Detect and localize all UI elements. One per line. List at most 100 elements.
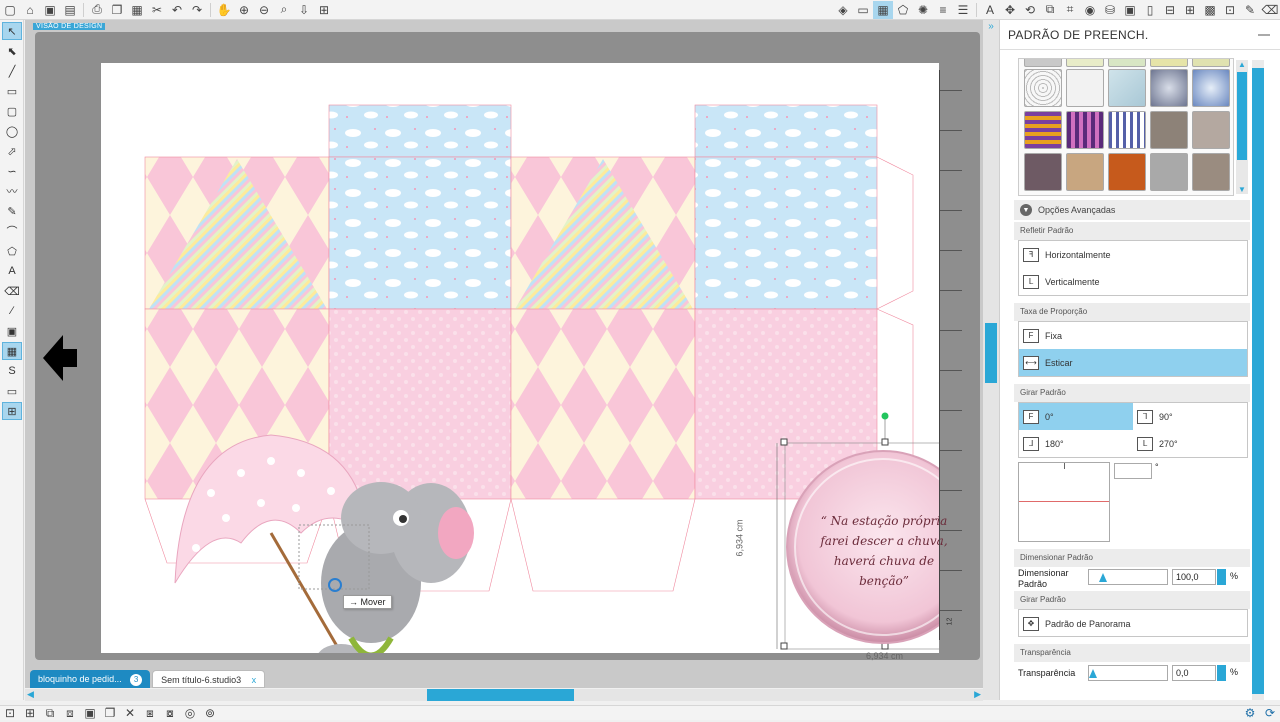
line-style-icon[interactable]: ≡ xyxy=(933,1,953,19)
send-backward-icon[interactable]: ⧈ xyxy=(60,704,80,722)
zoom-out-icon[interactable]: ⊖ xyxy=(254,1,274,19)
transform-icon[interactable]: ✥ xyxy=(1000,1,1020,19)
pan-icon[interactable]: ✋ xyxy=(214,1,234,19)
rectangle-icon[interactable]: ▭ xyxy=(2,82,22,100)
reflect-horizontal-button[interactable]: ꟻ Horizontalmente xyxy=(1019,241,1247,268)
rounded-rect-icon[interactable]: ▢ xyxy=(2,102,22,120)
offset-icon[interactable]: ⌗ xyxy=(1060,1,1080,19)
tab-bloquinho[interactable]: bloquinho de pedid... 3 xyxy=(30,670,151,688)
slider-thumb-icon[interactable] xyxy=(1099,573,1107,582)
scroll-down-icon[interactable]: ▼ xyxy=(1236,185,1248,194)
ellipse-icon[interactable]: ◯ xyxy=(2,122,22,140)
pattern-swatch[interactable] xyxy=(1024,59,1062,67)
horizontal-scrollbar[interactable]: ◀ ▶ xyxy=(25,689,983,701)
eraser-tool-icon[interactable]: ⌫ xyxy=(2,282,22,300)
scale-value-field[interactable]: 100,0 xyxy=(1172,569,1216,585)
pattern-swatch[interactable] xyxy=(1108,59,1146,67)
transparency-slider[interactable] xyxy=(1088,665,1168,681)
horizontal-scroll-thumb[interactable] xyxy=(427,689,574,701)
back-arrow-icon[interactable] xyxy=(43,335,79,381)
trace-icon[interactable]: ◉ xyxy=(1080,1,1100,19)
library-icon[interactable]: ⛁ xyxy=(1100,1,1120,19)
rotation-angle-field[interactable] xyxy=(1114,463,1152,479)
print-icon[interactable]: ⎙ xyxy=(87,1,107,19)
paste-icon[interactable]: ▦ xyxy=(127,1,147,19)
panel-collapse-strip[interactable]: » xyxy=(983,20,999,700)
gear-icon[interactable]: ⚙ xyxy=(1240,704,1260,722)
pattern-swatch[interactable] xyxy=(1066,111,1104,149)
advanced-options-toggle[interactable]: ▼ Opções Avançadas xyxy=(1014,200,1250,220)
pan-pattern-button[interactable]: ✥ Padrão de Panorama xyxy=(1019,610,1247,637)
swatch-scroll-thumb[interactable] xyxy=(1237,72,1247,160)
new-icon[interactable]: ▢ xyxy=(0,1,20,19)
rotate-180-button[interactable]: ᒧ 180° xyxy=(1019,430,1133,457)
store-icon[interactable]: ▣ xyxy=(1120,1,1140,19)
group-icon[interactable]: ⊡ xyxy=(0,704,20,722)
pattern-swatch[interactable] xyxy=(1108,111,1146,149)
fill-tool-icon[interactable]: ▣ xyxy=(2,322,22,340)
pattern-swatch-grid[interactable] xyxy=(1018,58,1234,196)
duplicate-icon[interactable]: ❐ xyxy=(100,704,120,722)
pattern-swatch[interactable] xyxy=(1150,111,1188,149)
scale-spinner[interactable] xyxy=(1217,569,1226,585)
pattern-swatch[interactable] xyxy=(1024,111,1062,149)
print-cut-icon[interactable]: ▩ xyxy=(1200,1,1220,19)
pattern-swatch[interactable] xyxy=(1108,153,1146,191)
curve-icon[interactable]: ∽ xyxy=(2,162,22,180)
save-icon[interactable]: ▣ xyxy=(40,1,60,19)
ungroup-icon[interactable]: ⊞ xyxy=(20,704,40,722)
pattern-fill-icon[interactable]: ▦ xyxy=(873,0,893,19)
open-icon[interactable]: ⌂ xyxy=(20,1,40,19)
fill-icon[interactable]: ◈ xyxy=(833,1,853,19)
rotate-0-button[interactable]: F 0° xyxy=(1019,403,1133,430)
fit-page-icon[interactable]: ⊞ xyxy=(314,1,334,19)
pattern-swatch[interactable] xyxy=(1066,69,1104,107)
knife-icon[interactable]: ✎ xyxy=(1240,1,1260,19)
undo-icon[interactable]: ↶ xyxy=(167,1,187,19)
transparency-value-field[interactable]: 0,0 xyxy=(1172,665,1216,681)
zoom-in-icon[interactable]: ⊕ xyxy=(234,1,254,19)
pattern-swatch[interactable] xyxy=(1192,111,1230,149)
scale-slider[interactable] xyxy=(1088,569,1168,585)
scroll-left-icon[interactable]: ◀ xyxy=(27,689,34,700)
view-single-icon[interactable]: ▭ xyxy=(2,382,22,400)
library-tool-icon[interactable]: ▦ xyxy=(2,342,22,360)
select-icon[interactable]: ↖ xyxy=(2,22,22,40)
arc-icon[interactable]: ⌒ xyxy=(2,222,22,240)
swatch-scrollbar[interactable]: ▲ ▼ xyxy=(1236,60,1248,194)
rotation-dial[interactable] xyxy=(1018,462,1110,542)
bring-forward-icon[interactable]: ⧉ xyxy=(40,704,60,722)
rotate-270-button[interactable]: ᒪ 270° xyxy=(1133,430,1247,457)
pattern-swatch[interactable] xyxy=(1024,69,1062,107)
page-setup-icon[interactable]: ▭ xyxy=(853,1,873,19)
send-icon[interactable]: ▯ xyxy=(1140,1,1160,19)
save-as-icon[interactable]: ▤ xyxy=(60,1,80,19)
fixed-proportion-button[interactable]: F Fixa xyxy=(1019,322,1247,349)
text-icon[interactable]: A xyxy=(980,1,1000,19)
rotate-icon[interactable]: ⟲ xyxy=(1020,1,1040,19)
panel-close-icon[interactable] xyxy=(1258,34,1270,36)
copy-icon[interactable]: ❐ xyxy=(107,1,127,19)
pattern-swatch[interactable] xyxy=(1192,69,1230,107)
reflect-vertical-button[interactable]: ᒪ Verticalmente xyxy=(1019,268,1247,295)
pattern-swatch[interactable] xyxy=(1150,153,1188,191)
polygon-icon[interactable]: ⬀ xyxy=(2,142,22,160)
edit-points-icon[interactable]: ⬉ xyxy=(2,42,22,60)
pattern-swatch[interactable] xyxy=(1066,153,1104,191)
compound-icon[interactable]: ⧆ xyxy=(140,704,160,722)
pattern-swatch[interactable] xyxy=(1066,59,1104,67)
pentagon-icon[interactable]: ⬠ xyxy=(2,242,22,260)
freehand-icon[interactable]: 〰 xyxy=(2,182,22,200)
pattern-swatch[interactable] xyxy=(1192,153,1230,191)
tab-close-icon[interactable]: x xyxy=(252,675,257,685)
release-icon[interactable]: ⧇ xyxy=(160,704,180,722)
target-icon[interactable]: ⊚ xyxy=(200,704,220,722)
panel-scrollbar[interactable] xyxy=(1252,60,1264,700)
zoom-select-icon[interactable]: ⌕ xyxy=(274,1,294,19)
line-tool-icon[interactable]: ╱ xyxy=(2,62,22,80)
knife-tool-icon[interactable]: ∕ xyxy=(2,302,22,320)
stretch-proportion-button[interactable]: ⟷ Esticar xyxy=(1019,349,1247,376)
collapse-scroll-thumb[interactable] xyxy=(985,323,997,383)
delete-icon[interactable]: ✕ xyxy=(120,704,140,722)
pattern-swatch[interactable] xyxy=(1192,59,1230,67)
